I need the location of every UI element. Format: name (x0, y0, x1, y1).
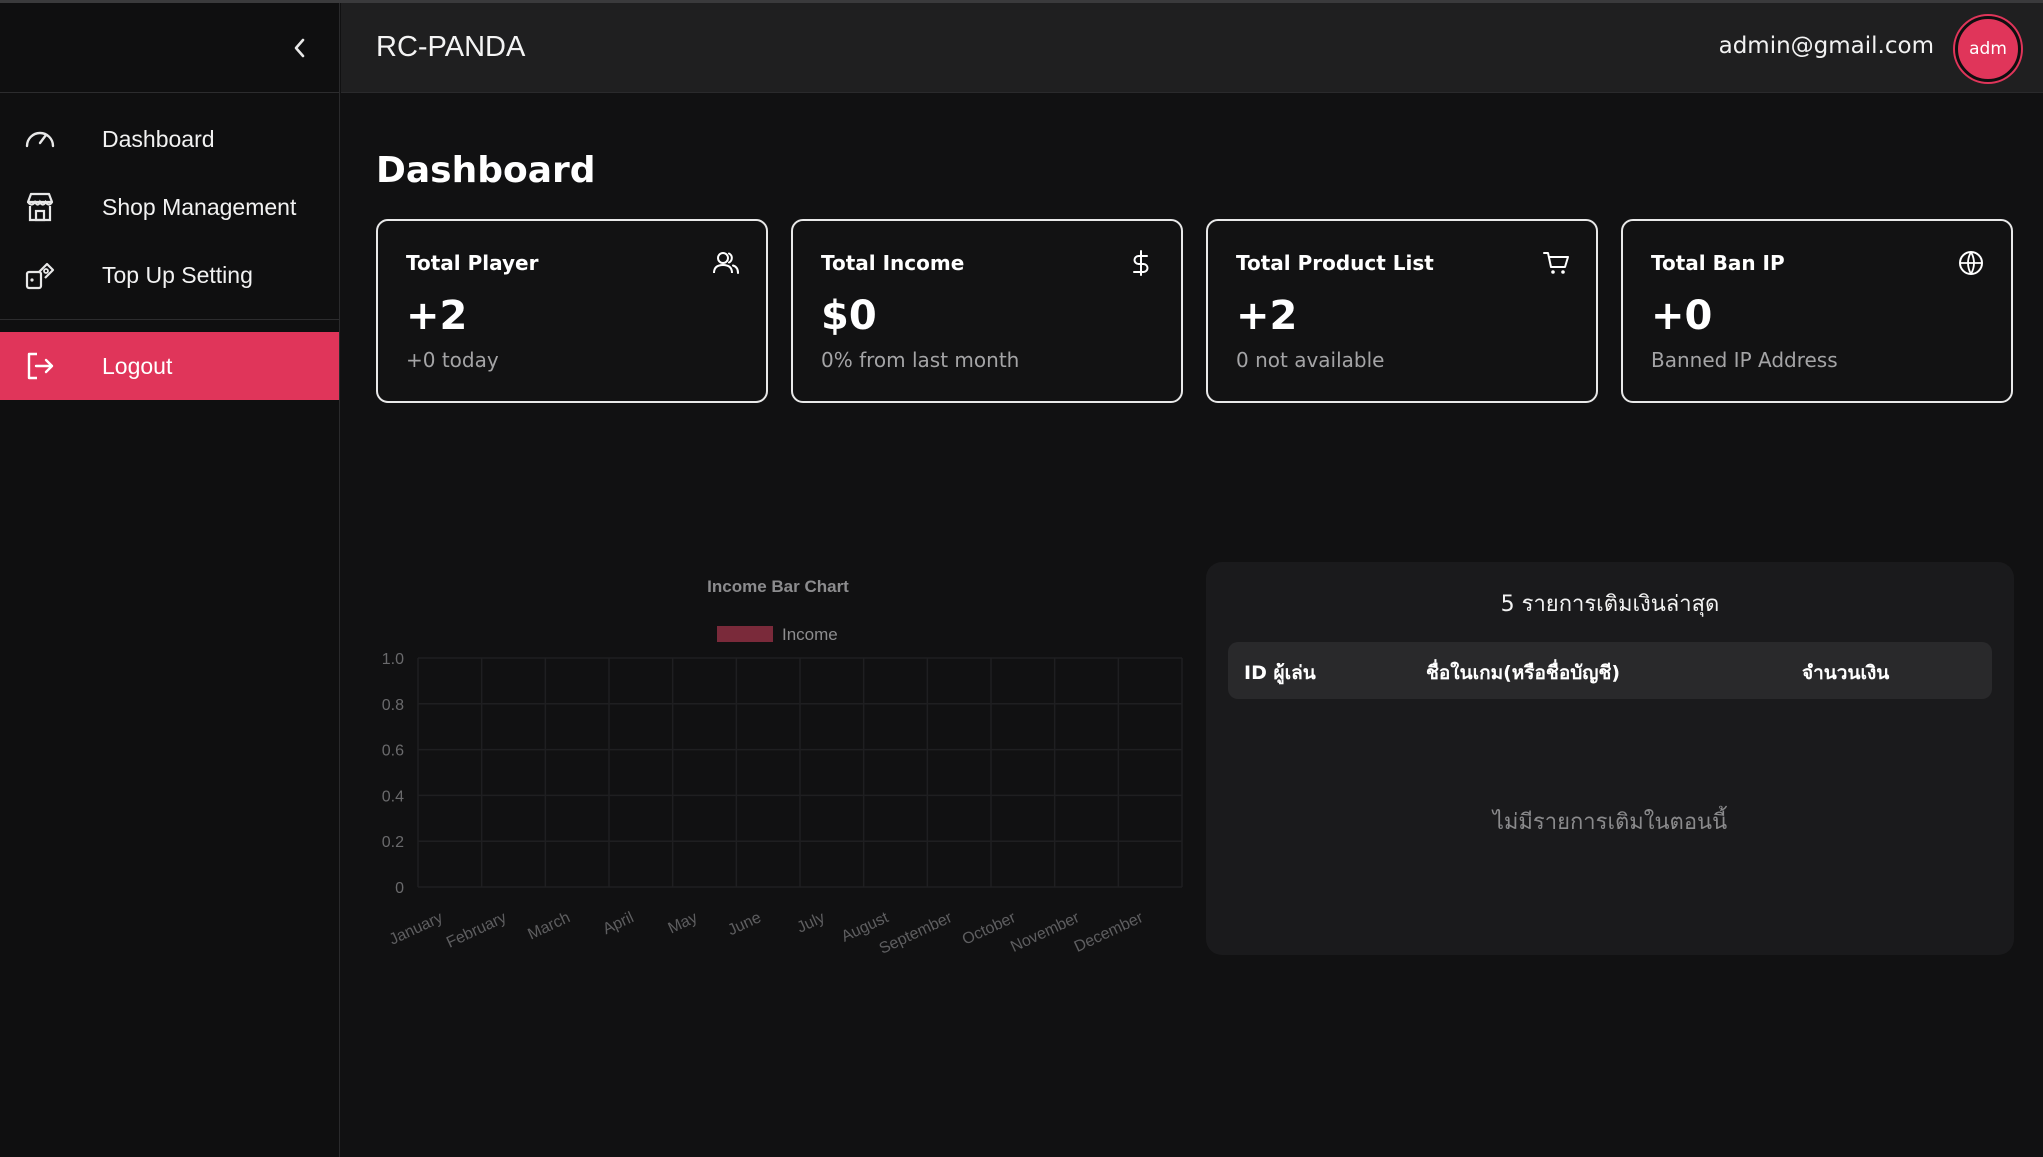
card-value: $0 (821, 293, 877, 339)
cart-icon (1543, 252, 1569, 274)
recent-topups-panel: 5 รายการเติมเงินล่าสุด ID ผู้เล่น ชื่อใน… (1206, 562, 2014, 955)
stat-card-total-product-list: Total Product List +2 0 not available (1206, 219, 1598, 403)
user-email: admin@gmail.com (1718, 33, 1934, 59)
card-title: Total Ban IP (1651, 251, 1785, 275)
x-tick-label: March (525, 909, 572, 943)
sidebar: Dashboard Shop Management Top Up Setting… (0, 3, 340, 1157)
stat-card-total-ban-ip: Total Ban IP +0 Banned IP Address (1621, 219, 2013, 403)
table-header: ID ผู้เล่น ชื่อในเกม(หรือชื่อบัญชี) จำนว… (1228, 642, 1992, 699)
x-tick-label: December (1072, 909, 1147, 956)
users-icon (713, 252, 739, 274)
x-tick-label: January (387, 909, 446, 948)
brand-title: RC-PANDA (376, 31, 526, 63)
card-subtext: Banned IP Address (1651, 348, 1838, 372)
card-title: Total Player (406, 251, 539, 275)
globe-icon (1959, 251, 1983, 275)
chart-title: Income Bar Chart (707, 577, 849, 596)
x-tick-label: February (444, 909, 509, 951)
legend-label: Income (782, 625, 838, 644)
top-header: RC-PANDA admin@gmail.com adm (341, 3, 2043, 93)
stat-card-total-income: Total Income $0 0% from last month (791, 219, 1183, 403)
card-value: +0 (1651, 293, 1713, 339)
card-value: +2 (1236, 293, 1298, 339)
y-tick-label: 0.2 (382, 834, 404, 851)
sidebar-header (0, 3, 339, 93)
avatar[interactable]: adm (1955, 16, 2021, 82)
y-tick-label: 0.6 (382, 743, 404, 760)
x-tick-label: November (1008, 909, 1083, 956)
x-tick-label: June (725, 909, 764, 939)
column-amount: จำนวนเงิน (1802, 662, 1890, 684)
x-tick-label: September (877, 909, 956, 958)
legend-swatch (717, 626, 773, 642)
x-tick-label: July (795, 909, 828, 936)
chart-svg: Income Bar Chart Income 0 0.2 0.4 0.6 0.8 1.0… (382, 577, 1183, 958)
card-subtext: +0 today (406, 348, 499, 372)
card-subtext: 0% from last month (821, 348, 1020, 372)
y-tick-label: 0 (395, 880, 404, 897)
card-title: Total Income (821, 251, 965, 275)
panel-title: 5 รายการเติมเงินล่าสุด (1500, 592, 1720, 617)
card-subtext: 0 not available (1236, 348, 1385, 372)
empty-state-text: ไม่มีรายการเติมในตอนนี้ (1492, 810, 1728, 835)
card-value: +2 (406, 293, 468, 339)
y-tick-label: 1.0 (382, 651, 404, 668)
logout-button[interactable]: Logout (0, 332, 339, 400)
x-tick-label: April (600, 909, 636, 938)
chevron-left-icon (294, 38, 305, 58)
logout-label: Logout (102, 352, 173, 379)
income-bar-chart: Income Bar Chart Income 0 0.2 0.4 0.6 0.8 1.0… (376, 560, 1186, 980)
store-icon (22, 189, 58, 225)
collapse-sidebar-button[interactable] (286, 33, 312, 63)
sidebar-item-dashboard[interactable]: Dashboard (0, 105, 339, 173)
sidebar-item-label: Shop Management (102, 193, 297, 220)
sidebar-item-label: Top Up Setting (102, 261, 253, 288)
sidebar-item-top-up-setting[interactable]: Top Up Setting (0, 241, 339, 309)
card-title: Total Product List (1236, 251, 1434, 275)
y-tick-label: 0.4 (382, 788, 404, 805)
sidebar-item-shop-management[interactable]: Shop Management (0, 173, 339, 241)
app-root: Dashboard Shop Management Top Up Setting… (0, 0, 2043, 1157)
y-tick-label: 0.8 (382, 697, 404, 714)
logout-icon (22, 348, 58, 384)
gauge-icon (22, 121, 58, 157)
sidebar-item-label: Dashboard (102, 125, 215, 152)
stat-card-total-player: Total Player +2 +0 today (376, 219, 768, 403)
dollar-icon (1133, 250, 1149, 276)
x-tick-label: May (666, 909, 701, 937)
topup-icon (22, 257, 58, 293)
column-player-id: ID ผู้เล่น (1244, 662, 1316, 684)
column-ingame-name: ชื่อในเกม(หรือชื่อบัญชี) (1426, 662, 1621, 684)
page-title: Dashboard (376, 150, 596, 191)
sidebar-nav: Dashboard Shop Management Top Up Setting (0, 93, 339, 320)
